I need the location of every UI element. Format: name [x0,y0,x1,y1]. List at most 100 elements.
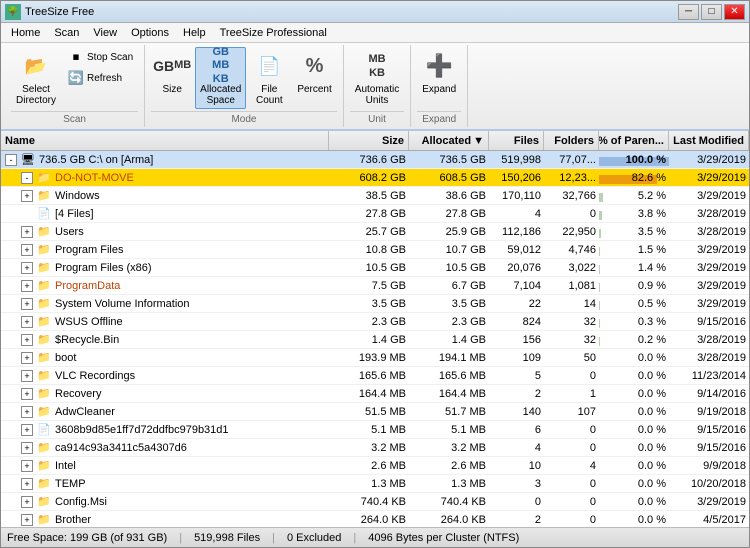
expand-label: Expand [422,84,456,95]
table-row[interactable]: +📄3608b9d85e1ff7d72ddfbc979b31d15.1 MB5.… [1,421,749,439]
expand-toggle[interactable]: - [21,172,33,184]
minimize-button[interactable]: ─ [678,4,699,20]
expand-toggle[interactable]: + [21,190,33,202]
file-size: 10.5 GB [329,262,409,274]
expand-toggle[interactable]: + [21,226,33,238]
expand-button[interactable]: ➕ Expand [417,47,461,98]
col-hdr-name[interactable]: Name [1,131,329,150]
table-row[interactable]: +📁Intel2.6 MB2.6 MB1040.0 %9/9/2018 [1,457,749,475]
table-row[interactable]: +📁System Volume Information3.5 GB3.5 GB2… [1,295,749,313]
expand-toggle[interactable]: + [21,280,33,292]
table-row[interactable]: -🖥736.5 GB C:\ on [Arma]736.6 GB736.5 GB… [1,151,749,169]
expand-toggle[interactable]: + [21,460,33,472]
table-row[interactable]: +📁$Recycle.Bin1.4 GB1.4 GB156320.2 %3/28… [1,331,749,349]
table-row[interactable]: +📁Windows38.5 GB38.6 GB170,11032,7665.2 … [1,187,749,205]
file-allocated: 25.9 GB [409,226,489,238]
file-count-button[interactable]: 📄 FileCount [248,47,290,109]
select-directory-button[interactable]: 📂 SelectDirectory [11,47,61,109]
expand-toggle[interactable]: + [21,370,33,382]
table-row[interactable]: +📁boot193.9 MB194.1 MB109500.0 %3/28/201… [1,349,749,367]
last-modified: 3/28/2019 [669,352,749,364]
app-icon: 🌳 [5,4,21,20]
expand-toggle[interactable]: + [21,406,33,418]
expand-toggle[interactable]: + [21,298,33,310]
table-row[interactable]: +📁AdwCleaner51.5 MB51.7 MB1401070.0 %9/1… [1,403,749,421]
expand-toggle[interactable]: + [21,316,33,328]
table-row[interactable]: -📁DO-NOT-MOVE608.2 GB608.5 GB150,20612,2… [1,169,749,187]
allocated-space-button[interactable]: GBMBKB AllocatedSpace [195,47,246,109]
expand-toggle[interactable]: + [21,334,33,346]
file-icon: 📁 [37,495,51,509]
refresh-button[interactable]: 🔄 Refresh [63,68,138,88]
auto-units-button[interactable]: MBKB AutomaticUnits [350,47,404,109]
titlebar-controls: ─ □ ✕ [678,4,745,20]
file-allocated: 51.7 MB [409,406,489,418]
expand-toggle[interactable]: + [21,388,33,400]
expand-toggle[interactable]: + [21,424,33,436]
file-size: 740.4 KB [329,496,409,508]
table-row[interactable]: +📁WSUS Offline2.3 GB2.3 GB824320.3 %9/15… [1,313,749,331]
file-icon: 📁 [37,315,51,329]
close-button[interactable]: ✕ [724,4,745,20]
table-row[interactable]: 📄[4 Files]27.8 GB27.8 GB403.8 %3/28/2019 [1,205,749,223]
file-size: 38.5 GB [329,190,409,202]
table-row[interactable]: +📁Brother264.0 KB264.0 KB200.0 %4/5/2017 [1,511,749,527]
table-row[interactable]: +📁VLC Recordings165.6 MB165.6 MB500.0 %1… [1,367,749,385]
menu-help[interactable]: Help [177,25,212,41]
file-allocated: 2.3 GB [409,316,489,328]
ribbon-group-unit: MBKB AutomaticUnits Unit [344,45,411,127]
expand-toggle[interactable]: + [21,496,33,508]
expand-toggle[interactable]: + [21,442,33,454]
maximize-button[interactable]: □ [701,4,722,20]
menu-professional[interactable]: TreeSize Professional [214,25,333,41]
file-list[interactable]: -🖥736.5 GB C:\ on [Arma]736.6 GB736.5 GB… [1,151,749,527]
last-modified: 3/29/2019 [669,298,749,310]
col-hdr-pct[interactable]: % of Paren... [599,131,669,150]
file-count: 140 [489,406,544,418]
ribbon-mode-label: Mode [151,111,337,125]
folder-count: 32 [544,316,599,328]
col-hdr-allocated[interactable]: Allocated ▼ [409,131,489,150]
menu-view[interactable]: View [87,25,123,41]
file-allocated: 194.1 MB [409,352,489,364]
file-size: 27.8 GB [329,208,409,220]
col-hdr-folders[interactable]: Folders [544,131,599,150]
ribbon-group-expand-content: ➕ Expand [417,47,461,109]
menu-home[interactable]: Home [5,25,46,41]
pct-of-parent: 0.0 % [599,496,669,508]
stop-scan-button[interactable]: ⏹ Stop Scan [63,47,138,67]
expand-toggle[interactable]: + [21,514,33,526]
ribbon-group-expand: ➕ Expand Expand [411,45,468,127]
file-count: 109 [489,352,544,364]
table-row[interactable]: +📁Users25.7 GB25.9 GB112,18622,9503.5 %3… [1,223,749,241]
table-row[interactable]: +📁ProgramData7.5 GB6.7 GB7,1041,0810.9 %… [1,277,749,295]
table-row[interactable]: +📁Program Files (x86)10.5 GB10.5 GB20,07… [1,259,749,277]
ribbon-group-mode-content: GBMB Size GBMBKB AllocatedSpace 📄 FileCo… [151,47,337,109]
expand-toggle[interactable]: + [21,262,33,274]
expand-toggle[interactable]: + [21,352,33,364]
size-button[interactable]: GBMB Size [151,47,193,98]
col-hdr-modified[interactable]: Last Modified [669,131,749,150]
table-row[interactable]: +📁Recovery164.4 MB164.4 MB210.0 %9/14/20… [1,385,749,403]
table-row[interactable]: +📁TEMP1.3 MB1.3 MB300.0 %10/20/2018 [1,475,749,493]
folder-count: 12,23... [544,172,599,184]
file-count: 20,076 [489,262,544,274]
percent-button[interactable]: % Percent [292,47,336,98]
status-cluster: 4096 Bytes per Cluster (NTFS) [368,532,519,544]
table-row[interactable]: +📁Config.Msi740.4 KB740.4 KB000.0 %3/29/… [1,493,749,511]
expand-toggle[interactable]: + [21,244,33,256]
col-hdr-size[interactable]: Size [329,131,409,150]
menu-options[interactable]: Options [125,25,175,41]
expand-toggle[interactable]: + [21,478,33,490]
table-row[interactable]: +📁ca914c93a3411c5a4307d63.2 MB3.2 MB400.… [1,439,749,457]
file-size: 608.2 GB [329,172,409,184]
table-row[interactable]: +📁Program Files10.8 GB10.7 GB59,0124,746… [1,241,749,259]
menu-scan[interactable]: Scan [48,25,85,41]
file-name: Intel [55,460,76,472]
file-allocated: 10.7 GB [409,244,489,256]
file-name: System Volume Information [55,298,190,310]
file-count: 2 [489,514,544,526]
col-hdr-files[interactable]: Files [489,131,544,150]
expand-toggle[interactable]: - [5,154,17,166]
last-modified: 3/29/2019 [669,262,749,274]
